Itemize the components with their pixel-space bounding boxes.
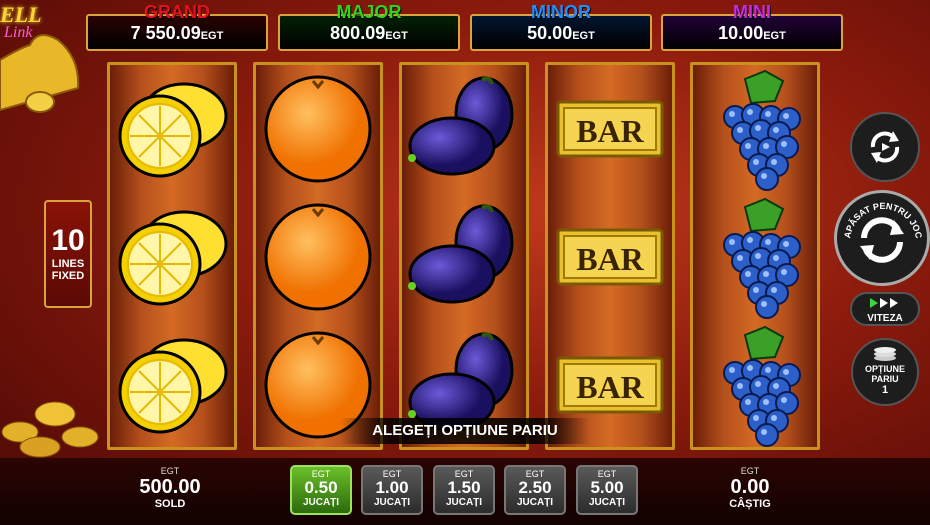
jackpot-mini: MINI 10.00EGT	[661, 2, 843, 51]
lines-fixed-badge: 10 LINES FIXED	[44, 200, 92, 308]
jackpot-major: MAJOR 800.09EGT	[278, 2, 460, 51]
hold-fast-play-text: ȚINEȚI APĂSAT PENTRU JOC RAPID	[834, 190, 924, 241]
reel-symbol-bar: BAR	[548, 65, 672, 193]
bar-text: BAR	[576, 113, 644, 149]
orange-icon	[264, 75, 372, 183]
svg-text:ȚINEȚI APĂSAT PENTRU JOC RAPID: ȚINEȚI APĂSAT PENTRU JOC RAPID	[834, 190, 924, 241]
lemon-icon	[118, 210, 228, 306]
bet-option-label: OPȚIUNE	[864, 364, 905, 374]
bet-option-button[interactable]: OPȚIUNE PARIU 1	[851, 338, 919, 406]
reel-symbol-grapes	[693, 65, 817, 193]
jackpot-value: 800.09EGT	[330, 23, 408, 43]
bet-value: 1.50	[447, 478, 481, 497]
chips-stack-icon	[874, 347, 896, 361]
reel-2	[253, 62, 383, 450]
bet-option-label-2: PARIU	[871, 374, 899, 384]
reel-1	[107, 62, 237, 450]
jackpot-label: MINI	[733, 2, 771, 22]
reel-5	[690, 62, 820, 450]
bet-label: JUCAȚI	[302, 497, 340, 508]
balance-label: SOLD	[154, 498, 186, 510]
fast-forward-icon	[870, 298, 898, 308]
bet-button-1.00[interactable]: EGT 1.00 JUCAȚI	[361, 465, 423, 515]
orange-icon	[264, 203, 372, 311]
bet-label: JUCAȚI	[516, 497, 554, 508]
bet-value: 5.00	[590, 478, 624, 497]
jackpot-label: GRAND	[144, 2, 210, 22]
bet-label: JUCAȚI	[588, 497, 626, 508]
bar-text: BAR	[576, 241, 644, 277]
plum-icon	[408, 204, 514, 304]
reel-symbol-lemon	[110, 65, 234, 193]
bet-button-2.50[interactable]: EGT 2.50 JUCAȚI	[504, 465, 566, 515]
reel-symbol-lemon	[110, 321, 234, 449]
bar-text: BAR	[576, 369, 644, 405]
reel-symbol-plum	[402, 65, 526, 193]
bottom-bar: EGT 500.00 SOLD EGT 0.50 JUCAȚI EGT 1.00 JUCA…	[0, 458, 930, 525]
balance-currency: EGT	[160, 466, 180, 476]
jackpot-value: 7 550.09EGT	[130, 23, 224, 43]
win-currency: EGT	[740, 466, 760, 476]
lines-count: 10	[51, 224, 85, 257]
reel-symbol-plum	[402, 193, 526, 321]
win-label: CÂȘTIG	[729, 498, 771, 510]
bar-icon: BAR	[556, 228, 664, 286]
reel-symbol-bar: BAR	[548, 193, 672, 321]
choose-bet-banner: ALEGEȚI OPȚIUNE PARIU	[340, 418, 590, 444]
refresh-icon	[870, 131, 900, 163]
speed-label: VITEZA	[867, 313, 903, 324]
reel-symbol-orange	[256, 65, 380, 193]
jackpot-label: MINOR	[531, 2, 591, 22]
bet-label: JUCAȚI	[445, 497, 483, 508]
lemon-icon	[118, 82, 228, 178]
jackpot-grand: GRAND 7 550.09EGT	[86, 2, 268, 51]
bet-value: 2.50	[518, 478, 552, 497]
reel-3	[399, 62, 529, 450]
balance-value: 500.00	[139, 476, 201, 498]
reel-symbol-grapes	[693, 321, 817, 449]
bet-value: 1.00	[375, 478, 409, 497]
spin-icon: ȚINEȚI APĂSAT PENTRU JOC RAPID	[834, 190, 924, 263]
autoplay-button[interactable]	[850, 112, 920, 182]
gold-coins-icon	[1, 401, 99, 458]
jackpot-minor: MINOR 50.00EGT	[470, 2, 652, 51]
lemon-icon	[118, 338, 228, 434]
bet-button-0.50[interactable]: EGT 0.50 JUCAȚI	[290, 465, 352, 515]
jackpot-label: MAJOR	[336, 2, 402, 22]
lines-label: LINES	[51, 258, 85, 270]
reel-symbol-orange	[256, 193, 380, 321]
reel-symbol-grapes	[693, 193, 817, 321]
reel-symbol-lemon	[110, 193, 234, 321]
fixed-label: FIXED	[51, 270, 85, 282]
speed-button[interactable]: VITEZA	[850, 292, 920, 326]
bet-button-5.00[interactable]: EGT 5.00 JUCAȚI	[576, 465, 638, 515]
bet-button-1.50[interactable]: EGT 1.50 JUCAȚI	[433, 465, 495, 515]
bar-icon: BAR	[556, 356, 664, 414]
bar-icon: BAR	[556, 100, 664, 158]
grapes-icon	[723, 69, 801, 191]
plum-icon	[408, 76, 514, 176]
win-display: EGT 0.00 CÂȘTIG	[700, 466, 800, 510]
spin-button[interactable]: ȚINEȚI APĂSAT PENTRU JOC RAPID	[834, 190, 930, 286]
jackpot-value: 50.00EGT	[527, 23, 595, 43]
grapes-icon	[723, 197, 801, 319]
bet-label: JUCAȚI	[373, 497, 411, 508]
bet-value: 0.50	[304, 478, 338, 497]
bet-option-value: 1	[881, 384, 889, 396]
bell-icon	[0, 34, 80, 113]
reel-4: BAR BAR BAR	[545, 62, 675, 450]
balance-display: EGT 500.00 SOLD	[120, 466, 220, 510]
grapes-icon	[723, 325, 801, 447]
jackpot-value: 10.00EGT	[718, 23, 786, 43]
game-logo: ELL Link	[0, 0, 90, 130]
win-value: 0.00	[730, 476, 770, 498]
